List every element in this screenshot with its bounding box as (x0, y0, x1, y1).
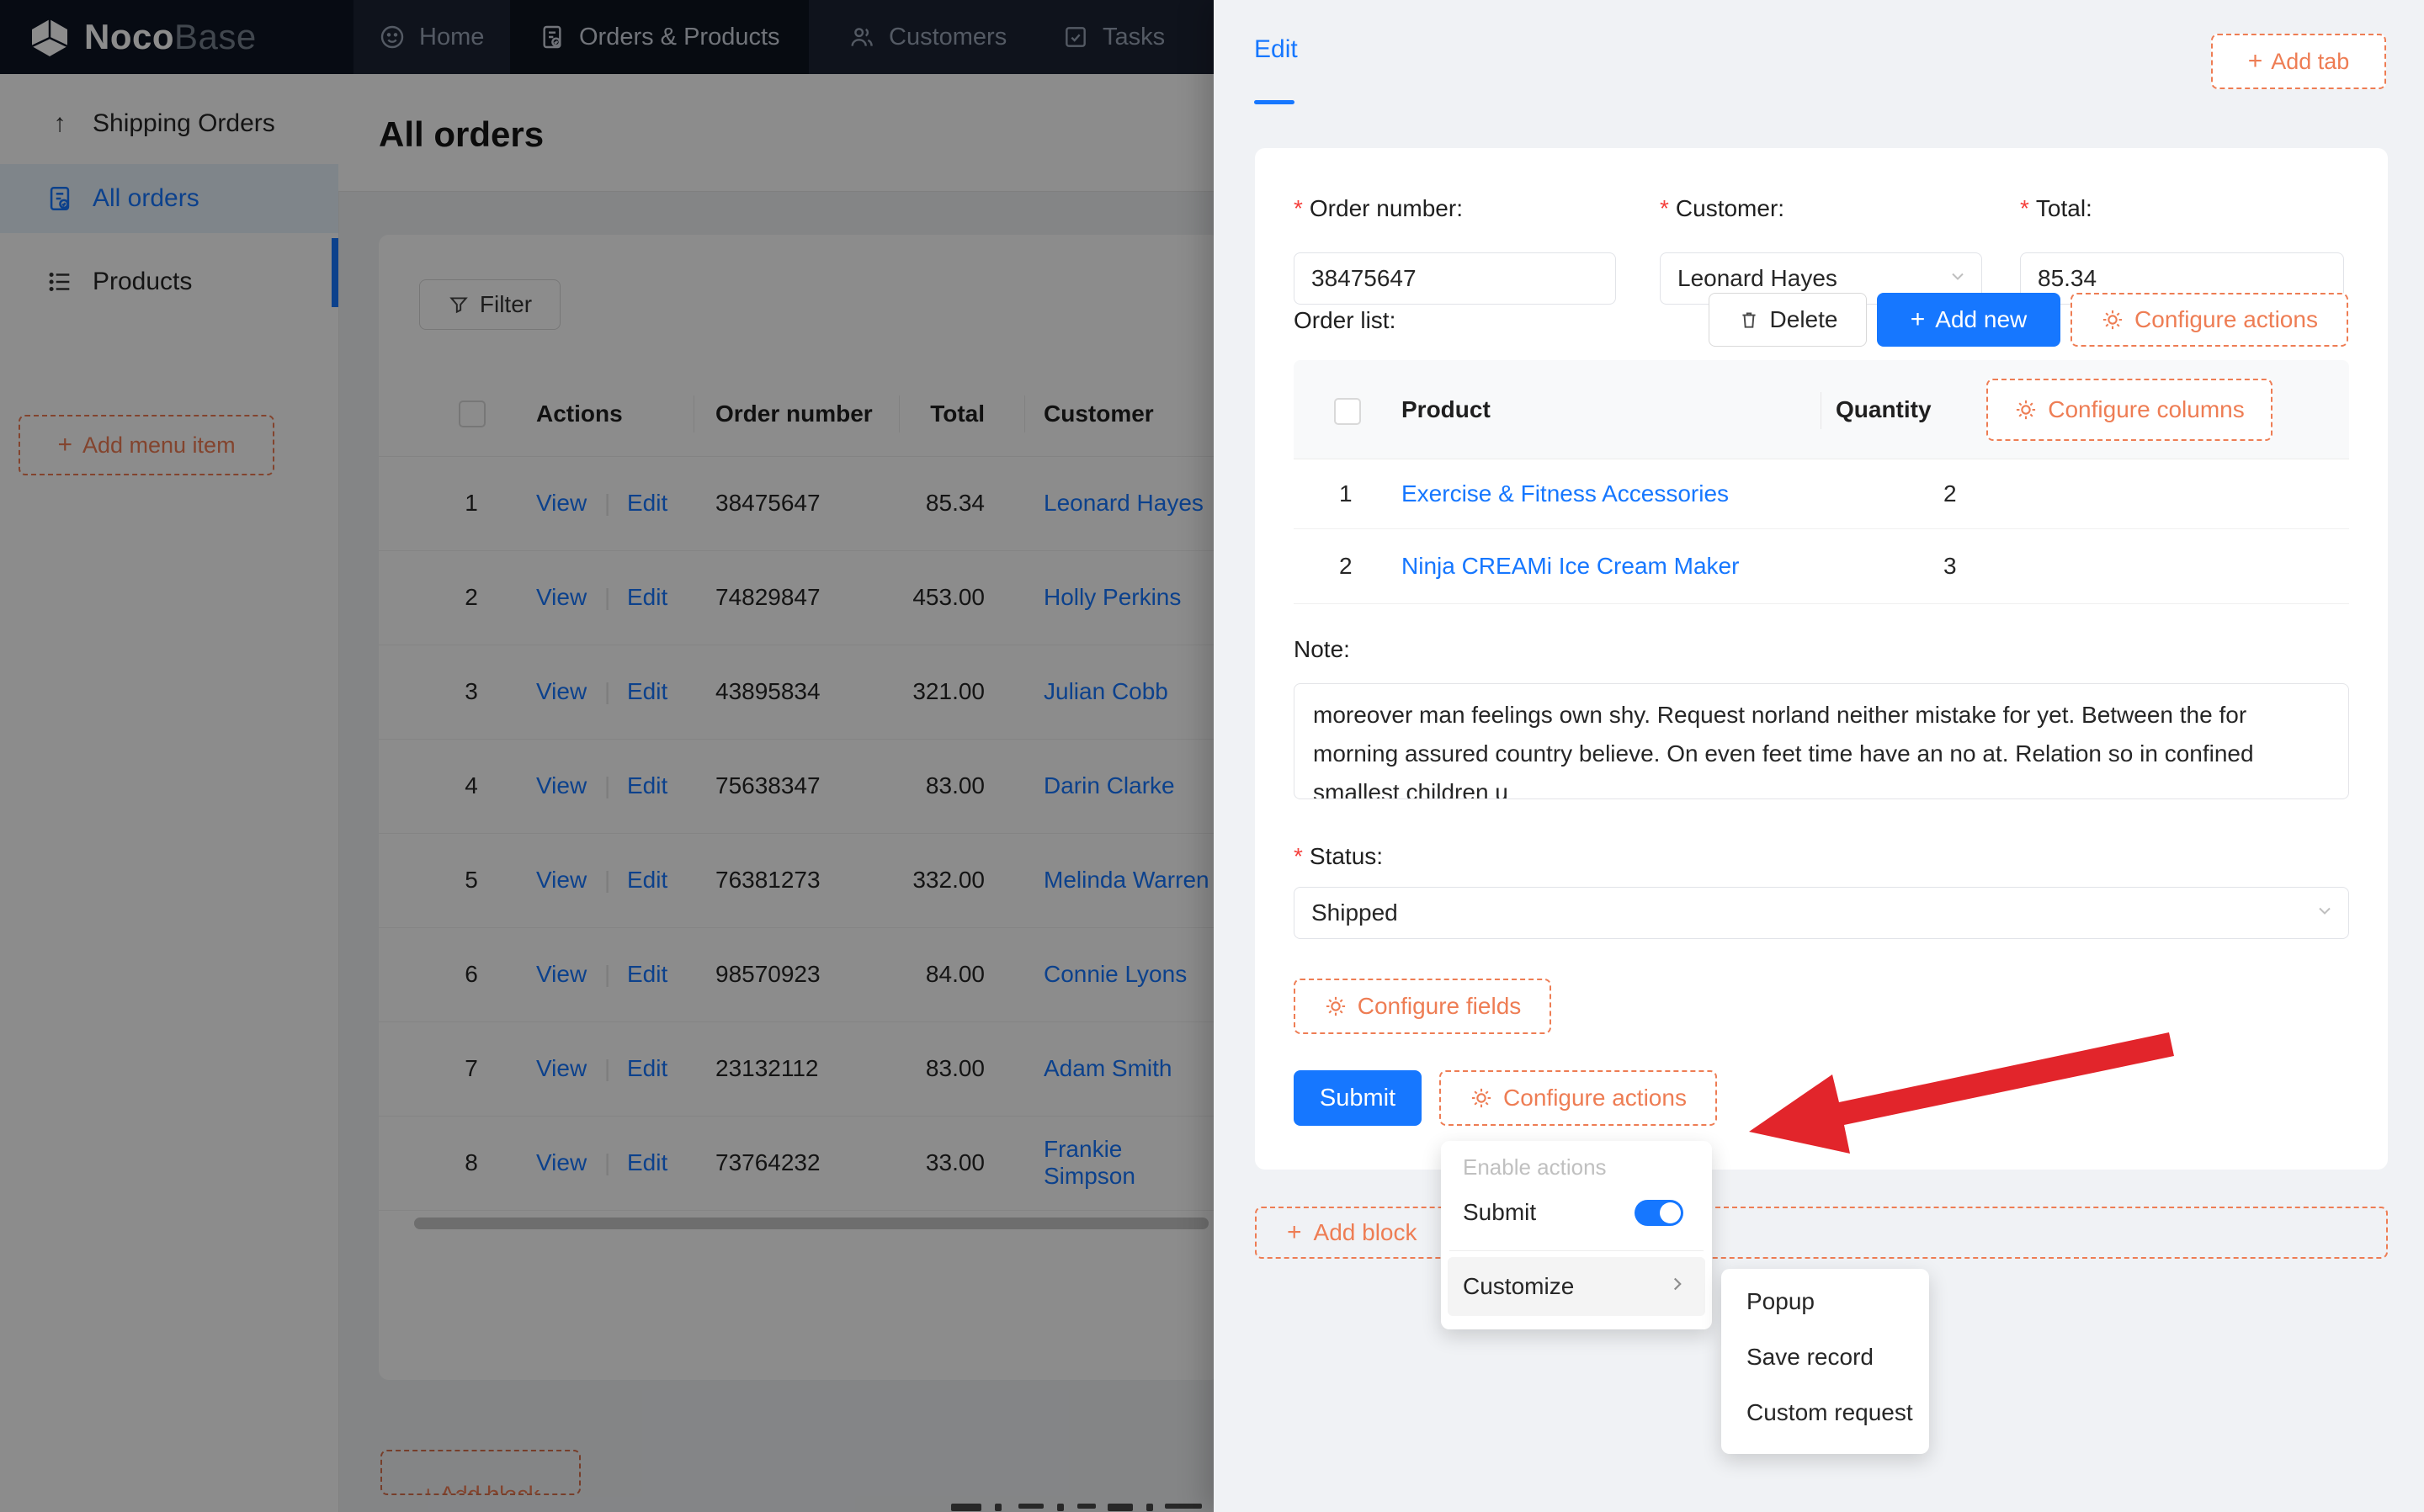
screen: NocoBase Home Orders & Products Customer… (0, 0, 2424, 1512)
menu-item-customize[interactable]: Customize (1448, 1257, 1705, 1316)
customer-field-label: * Customer: (1660, 195, 1785, 221)
submit-toggle-on[interactable] (1635, 1200, 1683, 1226)
cell-quantity: 3 (1943, 552, 1957, 579)
configure-columns-button[interactable]: Configure columns (1986, 379, 2272, 441)
menu-divider (1449, 1250, 1704, 1251)
order-number-input[interactable] (1294, 252, 1616, 305)
red-annotation-arrow (1749, 1032, 2174, 1154)
menu-item-customize-label: Customize (1463, 1273, 1575, 1299)
select-all-checkbox[interactable] (1334, 398, 1361, 425)
plus-icon: + (2247, 47, 2263, 75)
gear-icon (1326, 996, 1345, 1016)
product-link[interactable]: Exercise & Fitness Accessories (1401, 480, 1729, 507)
order-list-label: Order list: (1294, 307, 1396, 333)
tab-active-indicator (1254, 100, 1294, 104)
submenu-item-custom-request[interactable]: Custom request (1721, 1385, 1929, 1440)
status-field-label: * Status: (1294, 843, 1384, 869)
note-textarea[interactable]: moreover man feelings own shy. Request n… (1294, 683, 2349, 799)
row-index: 2 (1339, 552, 1353, 579)
chevron-right-icon (1666, 1273, 1688, 1301)
column-header-quantity: Quantity (1836, 395, 1932, 422)
required-mark: * (2020, 195, 2029, 221)
configure-actions-label: Configure actions (2134, 306, 2318, 332)
gear-icon (1471, 1088, 1491, 1108)
trash-icon (1741, 312, 1756, 328)
status-select-value: Shipped (1311, 899, 1398, 926)
required-mark: * (1660, 195, 1669, 221)
configure-fields-label: Configure fields (1357, 993, 1522, 1019)
menu-item-submit[interactable]: Submit (1463, 1186, 1536, 1239)
configure-fields-button[interactable]: Configure fields (1294, 979, 1551, 1034)
delete-label: Delete (1769, 306, 1838, 332)
submit-label: Submit (1319, 1084, 1396, 1111)
order-list-row: 2 Ninja CREAMi Ice Cream Maker 3 (1294, 528, 2349, 604)
drawer-mask[interactable] (0, 0, 1214, 1512)
plus-icon: + (1910, 305, 1926, 333)
customer-select-value: Leonard Hayes (1677, 265, 1837, 291)
product-link[interactable]: Ninja CREAMi Ice Cream Maker (1401, 553, 1739, 580)
menu-item-submit-label: Submit (1463, 1199, 1537, 1225)
column-header-product: Product (1401, 395, 1491, 422)
configure-actions-label: Configure actions (1503, 1085, 1687, 1111)
tab-edit[interactable]: Edit (1254, 35, 1298, 64)
chevron-down-icon (2315, 899, 2335, 926)
gear-icon (2017, 400, 2036, 420)
cell-quantity: 2 (1943, 480, 1957, 507)
drawer-add-block-button[interactable]: + Add block (1255, 1207, 2388, 1259)
menu-group-header: Enable actions (1463, 1154, 1607, 1180)
configure-columns-label: Configure columns (2048, 396, 2245, 422)
total-field-label: * Total: (2020, 195, 2092, 221)
submenu-item-save-record[interactable]: Save record (1721, 1329, 1929, 1385)
note-field-label: Note: (1294, 636, 1350, 662)
order-number-field-label: * Order number: (1294, 195, 1463, 221)
chevron-down-icon (1948, 265, 1968, 292)
configure-actions-menu: Enable actions Submit Customize (1441, 1141, 1712, 1329)
required-mark: * (1294, 843, 1303, 869)
delete-button[interactable]: Delete (1709, 293, 1867, 347)
status-select[interactable]: Shipped (1294, 887, 2349, 939)
plus-icon: + (1287, 1218, 1302, 1246)
add-block-label: Add block (1313, 1219, 1417, 1245)
add-new-label: Add new (1935, 306, 2028, 332)
toggle-knob (1660, 1202, 1681, 1223)
configure-actions-button-footer[interactable]: Configure actions (1439, 1070, 1717, 1126)
gear-icon (2102, 310, 2123, 330)
configure-actions-button-orderlist[interactable]: Configure actions (2070, 293, 2348, 347)
required-mark: * (1294, 195, 1303, 221)
add-new-button[interactable]: + Add new (1877, 293, 2060, 347)
submit-button[interactable]: Submit (1294, 1070, 1422, 1126)
add-tab-button[interactable]: + Add tab (2211, 34, 2386, 89)
customize-submenu: Popup Save record Custom request (1721, 1269, 1929, 1454)
add-tab-label: Add tab (2271, 48, 2350, 74)
row-index: 1 (1339, 480, 1353, 507)
order-list-row: 1 Exercise & Fitness Accessories 2 (1294, 459, 2349, 529)
submenu-item-popup[interactable]: Popup (1721, 1274, 1929, 1329)
order-list-table-header: Product Quantity Configure columns (1294, 360, 2349, 459)
